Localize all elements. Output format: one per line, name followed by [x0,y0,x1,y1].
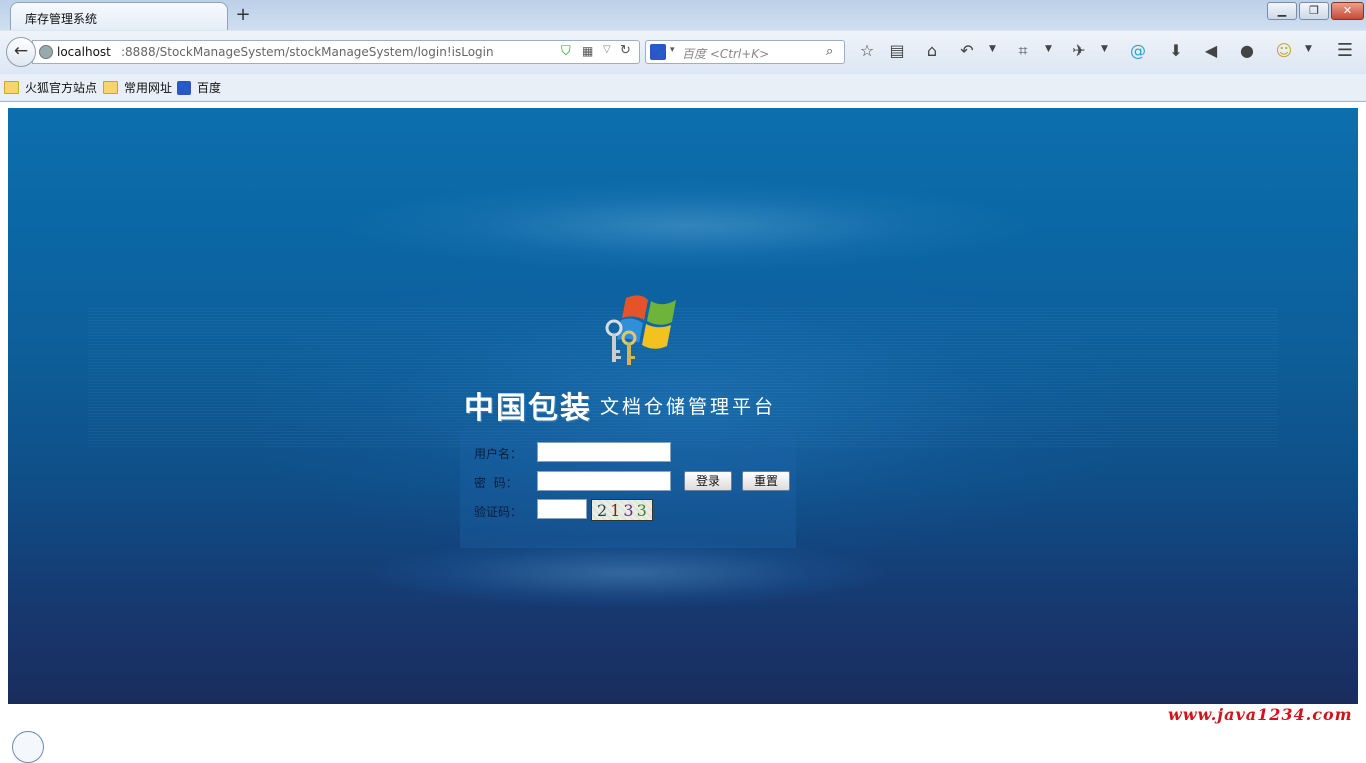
undo-dropdown-icon[interactable]: ▼ [989,44,996,54]
browser-tab[interactable]: 库存管理系统 [10,2,228,30]
bookmark-label: 火狐官方站点 [25,81,98,95]
bookmarks-toolbar: 火狐官方站点 常用网址 🐾 百度 [0,74,1366,100]
bookmark-label: 常用网址 [124,81,173,95]
close-window-button[interactable]: ✕ [1331,2,1364,20]
folder-icon [103,81,118,94]
download-icon[interactable]: ⬇ [1165,40,1187,62]
baidu-paw-icon[interactable]: 🐾 [650,44,666,60]
search-bar[interactable]: 🐾 ▾ 百度 <Ctrl+K> ⌕ [645,40,845,64]
emoji-icon[interactable]: ☺ [1273,40,1295,62]
search-placeholder: 百度 <Ctrl+K> [682,47,770,61]
tab-strip: 库存管理系统 + ▁ ❐ ✕ [0,0,1366,30]
tab-title: 库存管理系统 [25,12,98,26]
menu-icon[interactable]: ☰ [1334,40,1356,62]
speaker-icon[interactable]: ◀ [1200,40,1222,62]
captcha-digit: 2 [597,501,611,520]
search-engine-dropdown-icon[interactable]: ▾ [670,45,675,55]
home-icon[interactable]: ⌂ [921,40,943,62]
bookmark-baidu[interactable]: 🐾 百度 [177,79,221,95]
user-icon[interactable]: ● [1236,40,1258,62]
maximize-button[interactable]: ❐ [1299,2,1329,20]
login-button[interactable]: 登录 [684,471,732,491]
back-button[interactable]: ← [6,37,36,67]
corner-logo-icon [12,731,44,763]
qr-code-icon[interactable]: ▦ [582,44,596,58]
url-bar[interactable]: localhost :8888/StockManageSystem/stockM… [32,40,640,64]
url-host: localhost [57,45,111,59]
crop-icon[interactable]: ⌗ [1012,40,1034,62]
globe-icon [39,45,53,59]
new-tab-button[interactable]: + [233,5,253,25]
search-icon[interactable]: ⌕ [826,44,833,59]
brand-main-title: 中国包装 [464,391,592,426]
emoji-dropdown-icon[interactable]: ▼ [1305,44,1312,54]
captcha-image[interactable]: 2133 [591,499,653,521]
captcha-label: 验证码： [474,505,523,519]
captcha-digit: 3 [623,501,637,520]
folder-icon [4,81,19,94]
at-icon[interactable]: @ [1127,40,1149,62]
navigation-bar: localhost :8888/StockManageSystem/stockM… [0,31,1366,73]
username-label: 用户名： [474,447,523,461]
reset-button[interactable]: 重置 [742,471,790,491]
captcha-input[interactable] [537,499,587,519]
url-path: :8888/StockManageSystem/stockManageSyste… [121,45,494,59]
captcha-text: 2133 [597,501,650,520]
reading-list-icon[interactable]: ▤ [886,40,908,62]
captcha-digit: 1 [610,501,624,520]
captcha-digit: 3 [636,501,650,520]
shield-icon[interactable]: ⛉ [561,44,575,60]
bookmark-firefox-official[interactable]: 火狐官方站点 [4,79,97,95]
brand-title: 中国包装 文档仓储管理平台 [464,383,777,426]
browser-chrome: 库存管理系统 + ▁ ❐ ✕ localhost :8888/StockMana… [0,0,1366,102]
reload-icon[interactable]: ↻ [620,43,631,58]
username-input[interactable] [537,442,671,462]
bookmark-common-sites[interactable]: 常用网址 [103,79,172,95]
windows-keys-logo-icon [605,295,676,365]
minimize-button[interactable]: ▁ [1267,2,1297,20]
extension-icon[interactable]: ✈ [1068,40,1090,62]
password-input[interactable] [537,471,671,491]
background-arc-top [338,178,1038,273]
bookmark-star-icon[interactable]: ☆ [856,40,878,62]
login-page: 中国包装 文档仓储管理平台 用户名： 密 码： 登录 重置 验证码： 2133 [8,108,1358,704]
url-history-dropdown-icon[interactable]: ▽ [603,44,611,55]
password-label: 密 码： [474,476,518,490]
background-arc-bottom [368,538,888,608]
baidu-paw-icon: 🐾 [177,80,191,95]
undo-icon[interactable]: ↶ [956,40,978,62]
watermark-text: www.java1234.com [1168,705,1353,724]
background-stripes [88,308,1278,448]
crop-dropdown-icon[interactable]: ▼ [1045,44,1052,54]
bookmark-label: 百度 [197,81,222,95]
brand-subtitle: 文档仓储管理平台 [600,395,777,418]
extension-dropdown-icon[interactable]: ▼ [1101,44,1108,54]
